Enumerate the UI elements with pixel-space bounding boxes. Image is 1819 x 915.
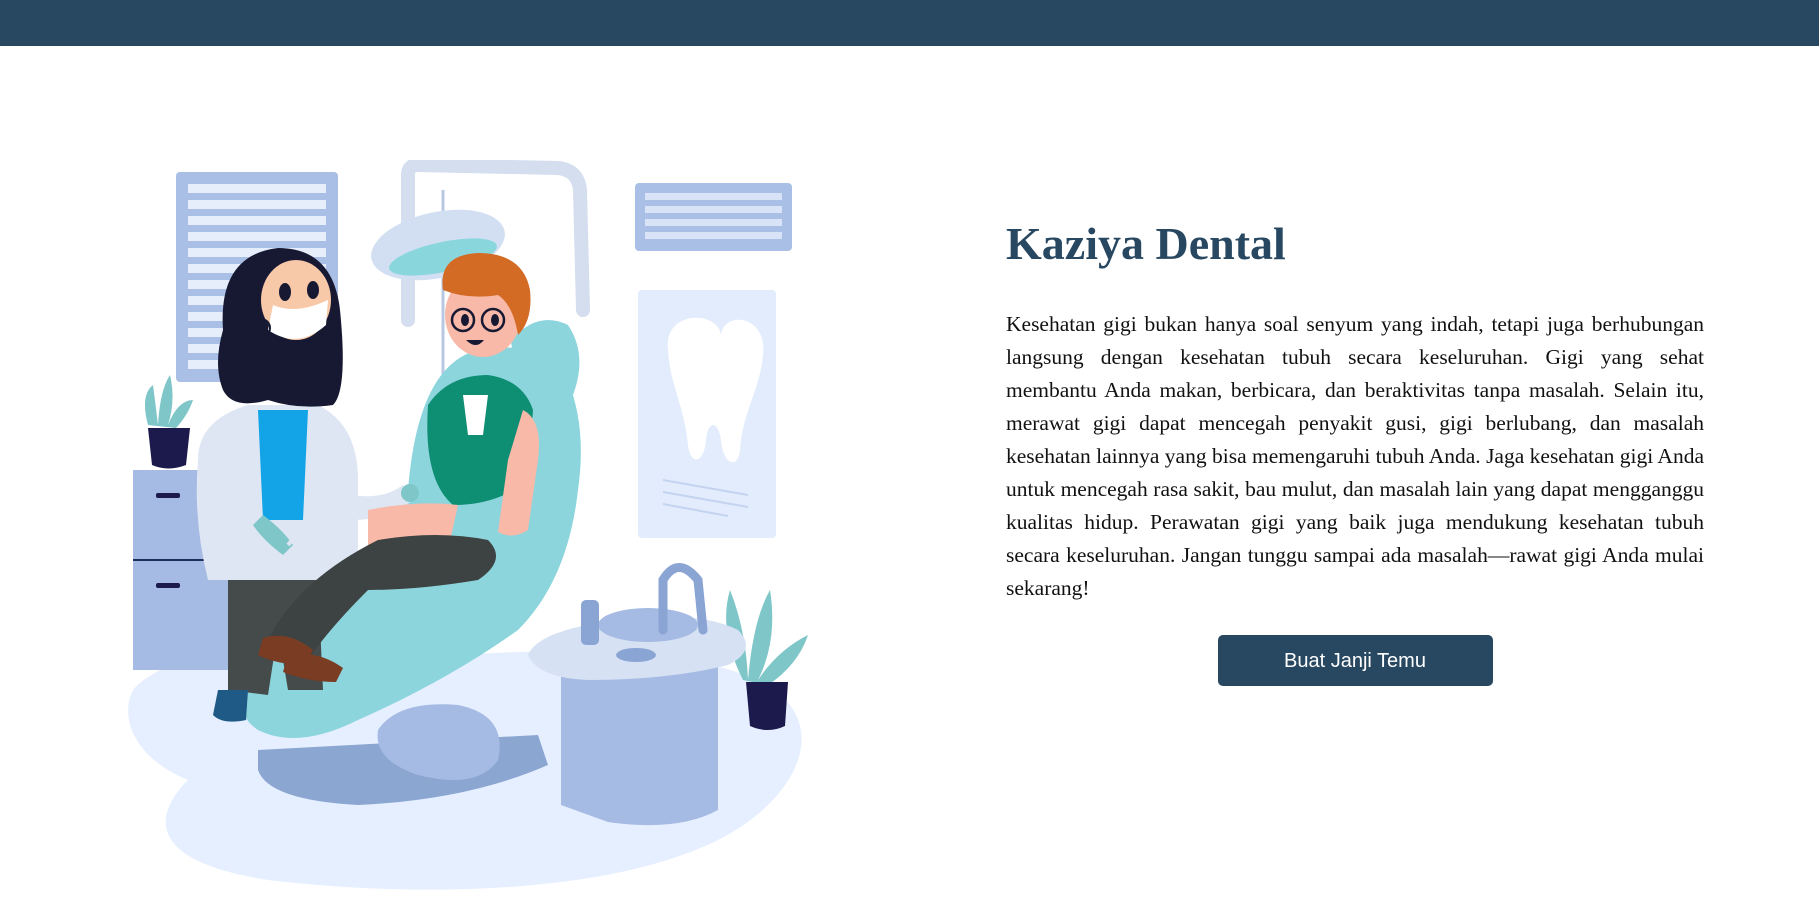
plant-icon — [144, 375, 193, 428]
top-navbar — [0, 0, 1819, 46]
dentist-illustration — [118, 157, 818, 900]
hero-content: Kaziya Dental Kesehatan gigi bukan hanya… — [1006, 214, 1704, 686]
sink-cabinet — [561, 665, 718, 826]
cta-wrapper: Buat Janji Temu — [1006, 635, 1704, 686]
hero-title: Kaziya Dental — [1006, 218, 1286, 269]
hero-description: Kesehatan gigi bukan hanya soal senyum y… — [1006, 312, 1704, 600]
book-appointment-button[interactable]: Buat Janji Temu — [1217, 635, 1493, 686]
dentist-illustration-svg — [128, 157, 808, 890]
